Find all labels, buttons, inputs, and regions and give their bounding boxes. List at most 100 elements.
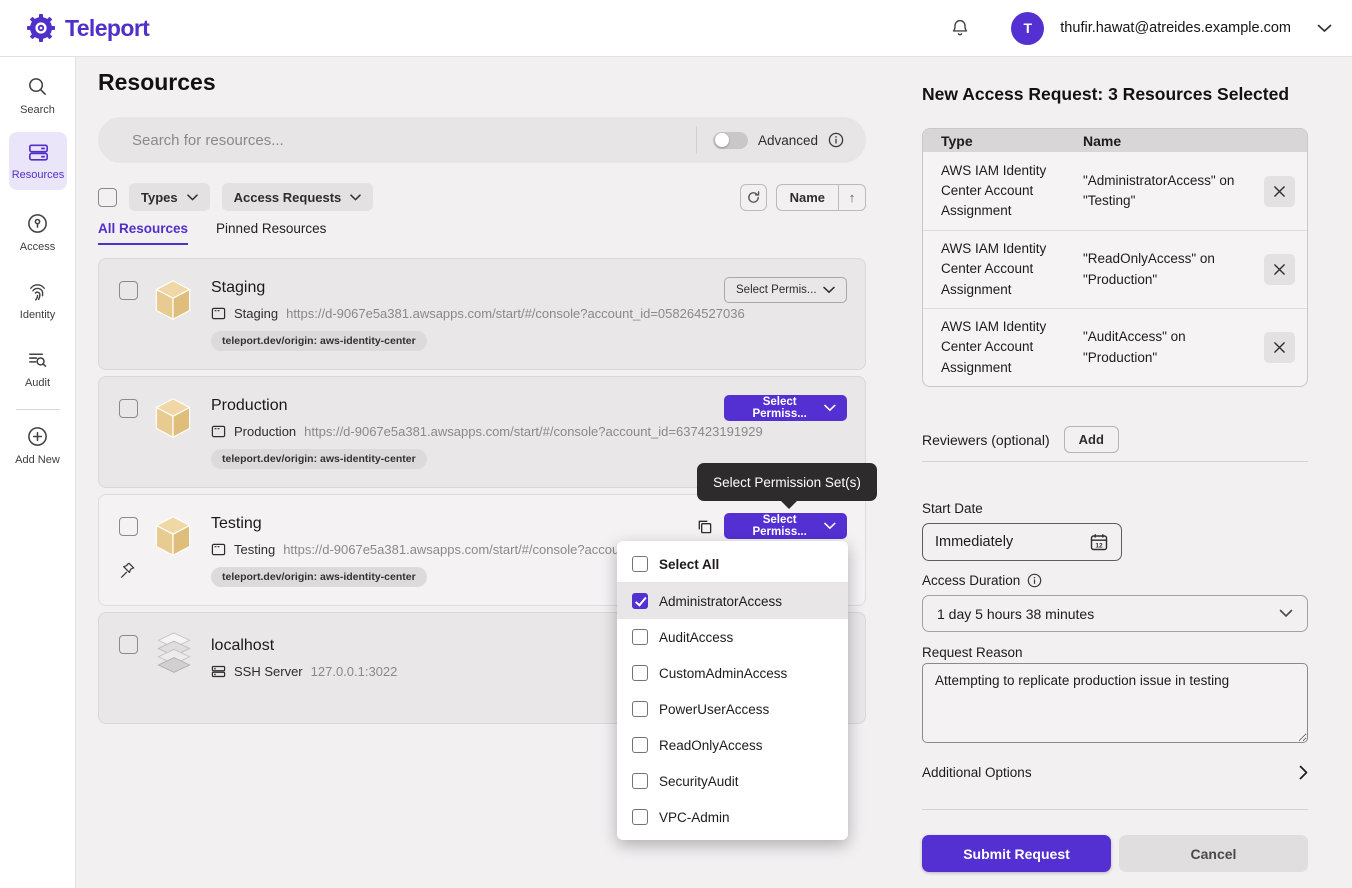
add-reviewer-button[interactable]: Add: [1064, 426, 1119, 453]
select-permission-sets-button[interactable]: Select Permiss...: [724, 395, 847, 421]
remove-resource-button[interactable]: [1264, 254, 1295, 285]
resource-checkbox[interactable]: [119, 517, 138, 536]
sidebar-item-resources[interactable]: Resources: [9, 132, 67, 190]
user-menu-chevron-icon[interactable]: [1317, 24, 1332, 33]
selected-resources-table: Type Name AWS IAM Identity Center Accoun…: [922, 128, 1308, 387]
dropdown-item-auditaccess[interactable]: AuditAccess: [617, 619, 848, 655]
app-window-icon: [211, 306, 226, 321]
resource-type-label: SSH Server: [234, 664, 303, 679]
aws-account-cube-icon: [152, 395, 194, 444]
resource-checkbox[interactable]: [119, 635, 138, 654]
sidebar-item-label: Access: [20, 241, 55, 253]
search-input[interactable]: [98, 117, 696, 163]
permission-checkbox[interactable]: [632, 809, 648, 825]
sidebar-item-label: Audit: [25, 377, 50, 389]
dropdown-item-vpc-admin[interactable]: VPC-Admin: [617, 799, 848, 835]
select-all-resources-checkbox[interactable]: [98, 188, 117, 207]
teleport-logo[interactable]: Teleport: [25, 12, 149, 44]
request-reason-textarea[interactable]: Attempting to replicate production issue…: [922, 663, 1308, 743]
resource-title: Staging: [211, 279, 745, 297]
start-date-input[interactable]: Immediately 12: [922, 523, 1122, 561]
dropdown-item-securityaudit[interactable]: SecurityAudit: [617, 763, 848, 799]
copy-icon[interactable]: [696, 518, 713, 535]
sidebar-item-search[interactable]: Search: [0, 75, 75, 116]
resource-type-cell: AWS IAM Identity Center Account Assignme…: [941, 161, 1083, 222]
refresh-button[interactable]: [740, 184, 767, 211]
resource-url: https://d-9067e5a381.awsapps.com/start/#…: [286, 306, 745, 321]
permission-checkbox[interactable]: [632, 556, 648, 572]
sidebar-item-access[interactable]: Access: [0, 212, 75, 253]
close-icon: [1273, 185, 1286, 198]
info-icon[interactable]: [828, 132, 844, 148]
advanced-search-group: Advanced: [696, 126, 866, 154]
permission-checkbox[interactable]: [632, 773, 648, 789]
resource-checkbox[interactable]: [119, 281, 138, 300]
sidebar-item-label: Resources: [12, 169, 65, 181]
permission-checkbox[interactable]: [632, 701, 648, 717]
dropdown-item-customadminaccess[interactable]: CustomAdminAccess: [617, 655, 848, 691]
sidebar-item-identity[interactable]: Identity: [0, 280, 75, 321]
permission-checkbox[interactable]: [632, 737, 648, 753]
sort-direction-arrow-icon[interactable]: ↑: [838, 185, 865, 210]
advanced-label: Advanced: [758, 133, 818, 148]
resource-type-label: Production: [234, 424, 296, 439]
resource-card-staging[interactable]: Staging Staging https://d-9067e5a381.aws…: [98, 258, 866, 370]
calendar-icon[interactable]: 12: [1089, 532, 1109, 552]
tab-pinned-resources[interactable]: Pinned Resources: [216, 221, 326, 245]
access-duration-label: Access Duration: [922, 573, 1042, 588]
user-avatar[interactable]: T: [1011, 12, 1044, 45]
dropdown-item-label: ReadOnlyAccess: [659, 738, 763, 753]
resource-type-label: Testing: [234, 542, 275, 557]
access-duration-select[interactable]: 1 day 5 hours 38 minutes: [922, 595, 1308, 632]
resource-tabs: All Resources Pinned Resources: [98, 221, 326, 245]
svg-text:12: 12: [1095, 542, 1103, 549]
identity-fingerprint-icon: [26, 280, 49, 303]
panel-divider: [922, 809, 1308, 810]
permission-checkbox[interactable]: [632, 665, 648, 681]
types-filter-button[interactable]: Types: [129, 183, 210, 211]
notifications-bell-icon[interactable]: [949, 17, 971, 39]
pin-resource-icon[interactable]: [118, 561, 136, 579]
resource-meta: Staging https://d-9067e5a381.awsapps.com…: [211, 306, 745, 321]
select-permission-sets-button[interactable]: Select Permiss...: [724, 513, 847, 539]
refresh-icon: [746, 190, 761, 205]
sort-button[interactable]: Name ↑: [776, 184, 866, 211]
access-requests-filter-button[interactable]: Access Requests: [222, 183, 374, 211]
dropdown-item-administratoraccess[interactable]: AdministratorAccess: [617, 583, 848, 619]
resource-title: Production: [211, 397, 763, 415]
dropdown-item-select-all[interactable]: Select All: [617, 546, 848, 582]
permission-checkbox-checked[interactable]: [632, 593, 648, 609]
advanced-toggle[interactable]: [713, 132, 748, 149]
resource-title: localhost: [211, 637, 397, 655]
resource-checkbox[interactable]: [119, 399, 138, 418]
additional-options-row[interactable]: Additional Options: [922, 765, 1308, 780]
sort-field-label: Name: [777, 190, 838, 205]
add-plus-icon: [26, 425, 49, 448]
resource-card-body: Testing Testing https://d-9067e5a381.aws…: [211, 515, 637, 587]
sidebar-item-audit[interactable]: Audit: [0, 348, 75, 389]
tab-all-resources[interactable]: All Resources: [98, 221, 188, 245]
resource-name-cell: "ReadOnlyAccess" on "Production": [1083, 249, 1243, 290]
header-right-group: T thufir.hawat@atreides.example.com: [949, 12, 1332, 45]
remove-resource-button[interactable]: [1264, 176, 1295, 207]
access-duration-value: 1 day 5 hours 38 minutes: [937, 606, 1094, 622]
select-permission-sets-button[interactable]: Select Permis...: [724, 277, 847, 303]
resource-card-body: localhost SSH Server 127.0.0.1:3022: [211, 637, 397, 679]
permission-checkbox[interactable]: [632, 629, 648, 645]
resource-meta: Testing https://d-9067e5a381.awsapps.com…: [211, 542, 637, 557]
dropdown-item-readonlyaccess[interactable]: ReadOnlyAccess: [617, 727, 848, 763]
close-icon: [1273, 263, 1286, 276]
sidebar-item-add-new[interactable]: Add New: [0, 425, 75, 466]
resource-address: 127.0.0.1:3022: [311, 664, 398, 679]
resource-type-cell: AWS IAM Identity Center Account Assignme…: [941, 317, 1083, 378]
resource-origin-badge: teleport.dev/origin: aws-identity-center: [211, 567, 427, 587]
start-date-value: Immediately: [935, 534, 1013, 550]
access-request-panel: New Access Request: 3 Resources Selected…: [905, 57, 1352, 888]
remove-resource-button[interactable]: [1264, 332, 1295, 363]
dropdown-item-poweruseraccess[interactable]: PowerUserAccess: [617, 691, 848, 727]
resource-card-body: Production Production https://d-9067e5a3…: [211, 397, 763, 469]
gear-logo-icon: [25, 12, 57, 44]
info-icon[interactable]: [1027, 573, 1042, 588]
submit-request-button[interactable]: Submit Request: [922, 835, 1111, 872]
cancel-button[interactable]: Cancel: [1119, 835, 1308, 872]
